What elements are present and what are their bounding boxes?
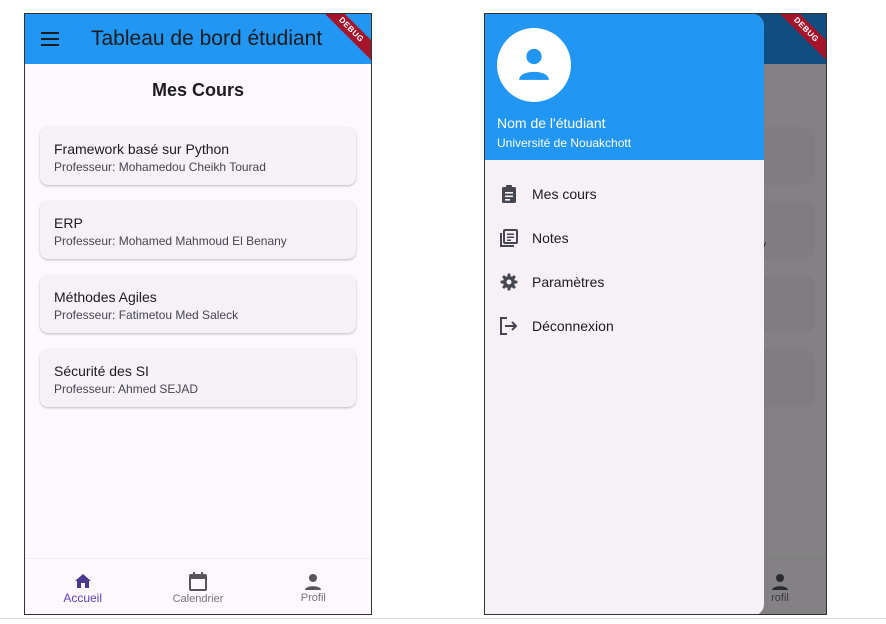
course-card[interactable]: Sécurité des SI Professeur: Ahmed SEJAD	[40, 349, 356, 407]
person-icon	[305, 573, 322, 590]
drawer-item-mes-cours[interactable]: Mes cours	[485, 172, 764, 216]
drawer-item-label: Notes	[532, 230, 569, 246]
course-professor: Professeur: Mohamed Mahmoud El Benany	[54, 234, 287, 248]
course-title: ERP	[54, 215, 83, 231]
divider	[0, 618, 886, 619]
drawer-item-label: Déconnexion	[532, 318, 614, 334]
person-icon	[519, 48, 549, 80]
drawer-item-label: Mes cours	[532, 186, 597, 202]
section-title: Mes Cours	[151, 80, 245, 100]
drawer-item-parametres[interactable]: Paramètres	[485, 260, 764, 304]
assignment-icon	[499, 184, 519, 204]
course-list: Framework basé sur Python Professeur: Mo…	[40, 127, 356, 423]
course-title: Sécurité des SI	[54, 363, 149, 379]
drawer-screen: t y rofil DEBUG Nom de l'étudiant Univer…	[484, 13, 827, 615]
course-title: Méthodes Agiles	[54, 289, 157, 305]
home-icon	[74, 573, 91, 588]
calendar-icon	[188, 572, 207, 591]
nav-label: Calendrier	[172, 593, 224, 605]
menu-icon[interactable]	[25, 14, 75, 64]
navigation-drawer: Nom de l'étudiant Université de Nouakcho…	[485, 14, 764, 614]
drawer-item-label: Paramètres	[532, 274, 605, 290]
course-card[interactable]: Framework basé sur Python Professeur: Mo…	[40, 127, 356, 185]
nav-item-accueil[interactable]: Accueil	[25, 559, 140, 614]
avatar	[497, 28, 571, 102]
course-professor: Professeur: Fatimetou Med Saleck	[54, 308, 239, 322]
logout-icon	[499, 316, 519, 336]
drawer-header: Nom de l'étudiant Université de Nouakcho…	[485, 14, 764, 160]
drawer-item-notes[interactable]: Notes	[485, 216, 764, 260]
course-card[interactable]: ERP Professeur: Mohamed Mahmoud El Benan…	[40, 201, 356, 259]
screenshot-canvas: Tableau de bord étudiant DEBUG Mes Cours…	[0, 0, 886, 624]
library-books-icon	[499, 228, 519, 248]
student-name: Nom de l'étudiant	[497, 115, 606, 131]
drawer-menu: Mes cours Notes Paramètres Déconnexion	[485, 172, 764, 348]
bottom-navigation: Accueil Calendrier Profil	[25, 558, 371, 614]
app-bar: Tableau de bord étudiant	[25, 14, 371, 64]
dashboard-screen: Tableau de bord étudiant DEBUG Mes Cours…	[24, 13, 372, 615]
course-title: Framework basé sur Python	[54, 141, 230, 157]
nav-label: Accueil	[63, 590, 102, 605]
course-professor: Professeur: Ahmed SEJAD	[54, 382, 199, 396]
nav-item-calendrier[interactable]: Calendrier	[140, 559, 255, 614]
university-name: Université de Nouakchott	[497, 136, 632, 150]
app-bar-title: Tableau de bord étudiant	[91, 27, 323, 50]
course-card[interactable]: Méthodes Agiles Professeur: Fatimetou Me…	[40, 275, 356, 333]
nav-item-profil[interactable]: Profil	[256, 559, 371, 614]
course-professor: Professeur: Mohamedou Cheikh Tourad	[54, 160, 266, 174]
settings-icon	[499, 272, 519, 292]
nav-label: Profil	[300, 591, 326, 604]
drawer-item-deconnexion[interactable]: Déconnexion	[485, 304, 764, 348]
